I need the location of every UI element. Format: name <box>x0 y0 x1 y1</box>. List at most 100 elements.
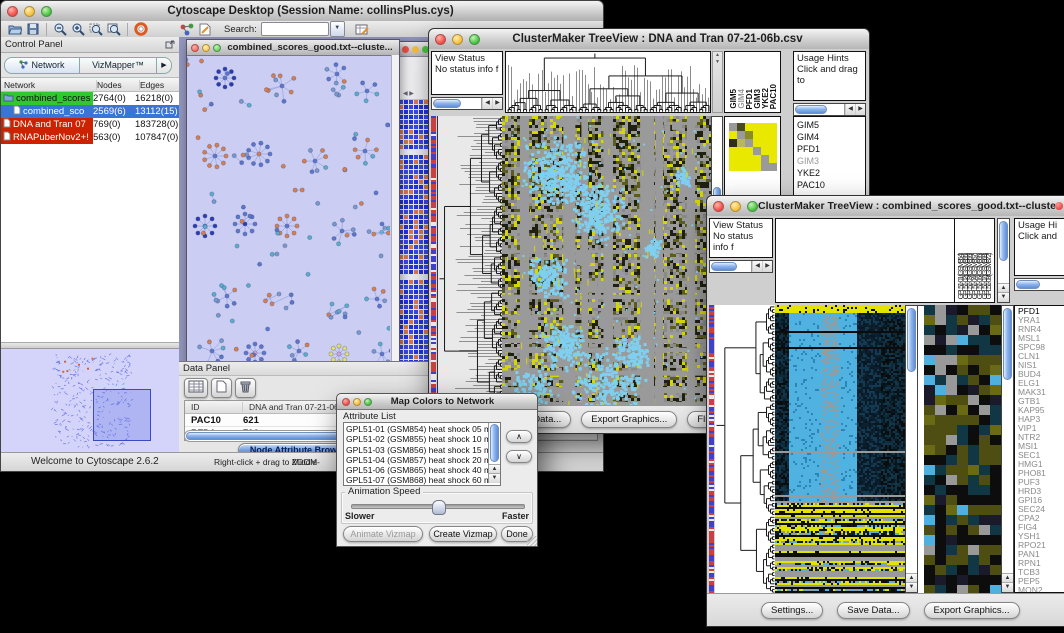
attribute-list-item[interactable]: GPL51-03 (GSM856) heat shock 15 min <box>346 445 498 455</box>
scroll-down-icon[interactable]: ▼ <box>998 292 1009 302</box>
frame1-vscrollbar[interactable] <box>391 55 399 362</box>
column-header-nodes[interactable]: Nodes <box>97 80 140 90</box>
zoom-window-icon[interactable] <box>364 398 372 406</box>
tv2-titlebar[interactable]: ClusterMaker TreeView : combined_scores_… <box>707 196 1064 217</box>
minimize-icon[interactable] <box>412 46 419 53</box>
speed-slider[interactable] <box>351 504 525 509</box>
scroll-thumb[interactable] <box>711 262 737 271</box>
tv1-column-dendrogram[interactable] <box>506 52 710 112</box>
vizmap-icon[interactable] <box>178 22 196 37</box>
tv2-labels-vscrollbar[interactable]: ▲ ▼ <box>997 218 1010 303</box>
tv1-status-scrollbar[interactable]: ◀▶ <box>431 97 503 110</box>
save-icon[interactable] <box>24 22 42 37</box>
network-list-row[interactable]: combined_sco2569(6)13112(15) <box>1 105 179 118</box>
zoom-in-icon[interactable] <box>69 22 87 37</box>
column-header-edges[interactable]: Edges <box>140 80 179 90</box>
network-list-row[interactable]: RNAPuberNov2+!563(0)107847(0) <box>1 131 179 144</box>
zoom-window-icon[interactable] <box>469 34 480 45</box>
scroll-left-icon[interactable]: ◀ <box>845 104 855 115</box>
gene-label[interactable]: GIM3 <box>797 155 862 167</box>
zoom-fit-icon[interactable] <box>105 22 123 37</box>
scroll-left-icon[interactable]: ◀ <box>752 261 762 272</box>
attribute-select-icon[interactable] <box>184 378 208 398</box>
tv1-titlebar[interactable]: ClusterMaker TreeView : DNA and Tran 07-… <box>429 29 869 50</box>
network-list-row[interactable]: DNA and Tran 07769(0)183728(0) <box>1 118 179 131</box>
attribute-list-item[interactable]: GPL51-07 (GSM868) heat shock 60 min <box>346 475 498 485</box>
search-dropdown-button[interactable]: ▼ <box>330 21 345 37</box>
tab-vizmapper[interactable]: VizMapper™ <box>80 57 157 74</box>
scroll-thumb[interactable] <box>1003 308 1012 380</box>
new-attribute-icon[interactable] <box>211 378 232 398</box>
data-column-id[interactable]: ID <box>185 402 243 412</box>
attribute-list-item[interactable]: GPL51-01 (GSM854) heat shock 05 min <box>346 424 498 434</box>
gene-label[interactable]: GIM5 <box>797 119 862 131</box>
close-icon[interactable] <box>435 34 446 45</box>
attribute-list-item[interactable]: GPL51-02 (GSM855) heat shock 10 min <box>346 434 498 444</box>
tab-more-button[interactable]: ▶ <box>157 57 172 74</box>
scroll-thumb[interactable] <box>795 105 827 114</box>
scroll-down-icon[interactable]: ▼ <box>1002 582 1013 592</box>
create-vizmap-button[interactable]: Create Vizmap <box>429 526 497 542</box>
tv1-heatmap-canvas[interactable] <box>502 116 711 405</box>
scroll-right-icon[interactable]: ▶ <box>855 104 865 115</box>
scroll-thumb[interactable] <box>999 221 1008 261</box>
minimize-icon[interactable] <box>24 6 35 17</box>
tv1-resize-strip[interactable]: ▲▼ <box>712 51 723 113</box>
dialog-titlebar[interactable]: Map Colors to Network <box>337 394 537 410</box>
delete-attribute-icon[interactable] <box>235 378 256 398</box>
minimize-icon[interactable] <box>452 34 463 45</box>
zoom-selected-icon[interactable] <box>87 22 105 37</box>
scroll-thumb[interactable] <box>907 308 916 372</box>
resize-grip-icon[interactable] <box>527 536 537 546</box>
close-icon[interactable] <box>342 398 350 406</box>
move-up-button[interactable]: ∧ <box>506 430 532 443</box>
scroll-right-icon[interactable]: ▶ <box>762 261 772 272</box>
tv2-heatmap-vscrollbar[interactable]: ▲ ▼ <box>905 305 918 593</box>
scroll-left-icon[interactable]: ◀ <box>482 98 492 109</box>
scroll-down-icon[interactable]: ▼ <box>906 582 917 592</box>
tv2-genelist-vscrollbar[interactable]: ▲ ▼ <box>1001 305 1014 593</box>
close-icon[interactable] <box>7 6 18 17</box>
minimize-icon[interactable] <box>353 398 361 406</box>
zoom-window-icon[interactable] <box>41 6 52 17</box>
close-icon[interactable] <box>402 46 409 53</box>
overview-splitter[interactable] <box>1 342 179 349</box>
frame2-scroll-arrows[interactable]: ◀ ▶ <box>403 90 414 97</box>
tv2-row-dendrogram[interactable] <box>715 305 775 593</box>
tv1-correlation-matrix[interactable] <box>729 123 777 171</box>
scroll-thumb[interactable] <box>490 424 499 462</box>
tv2-heatmap-canvas[interactable] <box>775 305 905 593</box>
gene-label[interactable]: MON2 <box>1018 586 1063 593</box>
table-edit-icon[interactable] <box>353 22 371 37</box>
main-titlebar[interactable]: Cytoscape Desktop (Session Name: collins… <box>1 1 603 22</box>
tv1-row-dendrogram[interactable] <box>437 116 503 405</box>
network-list-row[interactable]: combined_scores2764(0)16218(0) <box>1 92 179 105</box>
frame1-titlebar[interactable]: combined_scores_good.txt--cluste... <box>187 40 399 56</box>
search-input[interactable] <box>261 22 329 36</box>
network-overview-canvas[interactable] <box>1 349 177 453</box>
gene-label[interactable]: PFD1 <box>797 143 862 155</box>
annotation-icon[interactable] <box>196 22 214 37</box>
attribute-list-vscrollbar[interactable]: ▲ ▼ <box>488 423 500 483</box>
gene-label[interactable]: GIM4 <box>797 131 862 143</box>
attribute-list-item[interactable]: GPL51-06 (GSM865) heat shock 40 min <box>346 465 498 475</box>
tv1-button[interactable]: Export Graphics... <box>581 411 677 428</box>
scroll-thumb[interactable] <box>1016 280 1040 289</box>
tv2-button[interactable]: Save Data... <box>837 602 909 619</box>
network-view-canvas[interactable] <box>187 56 390 361</box>
attribute-list-item[interactable]: GPL51-04 (GSM857) heat shock 20 min <box>346 455 498 465</box>
zoom-out-icon[interactable] <box>51 22 69 37</box>
minimize-icon[interactable] <box>202 44 210 52</box>
zoom-window-icon[interactable] <box>747 201 758 212</box>
tv2-column-dendrogram[interactable] <box>775 218 955 303</box>
data-column-attr[interactable]: DNA and Tran 07-21-06... <box>243 402 346 412</box>
slider-thumb[interactable] <box>432 500 446 515</box>
column-header-network[interactable]: Network <box>1 80 97 90</box>
tv1-usage-scrollbar[interactable]: ◀▶ <box>793 103 866 116</box>
minimize-icon[interactable] <box>730 201 741 212</box>
close-icon[interactable] <box>713 201 724 212</box>
animate-vizmap-button[interactable]: Animate Vizmap <box>343 526 423 542</box>
attribute-listbox[interactable]: GPL51-01 (GSM854) heat shock 05 minGPL51… <box>343 422 501 486</box>
tab-network[interactable]: Network <box>4 57 80 74</box>
tv2-status-scrollbar[interactable]: ◀▶ <box>709 260 773 273</box>
